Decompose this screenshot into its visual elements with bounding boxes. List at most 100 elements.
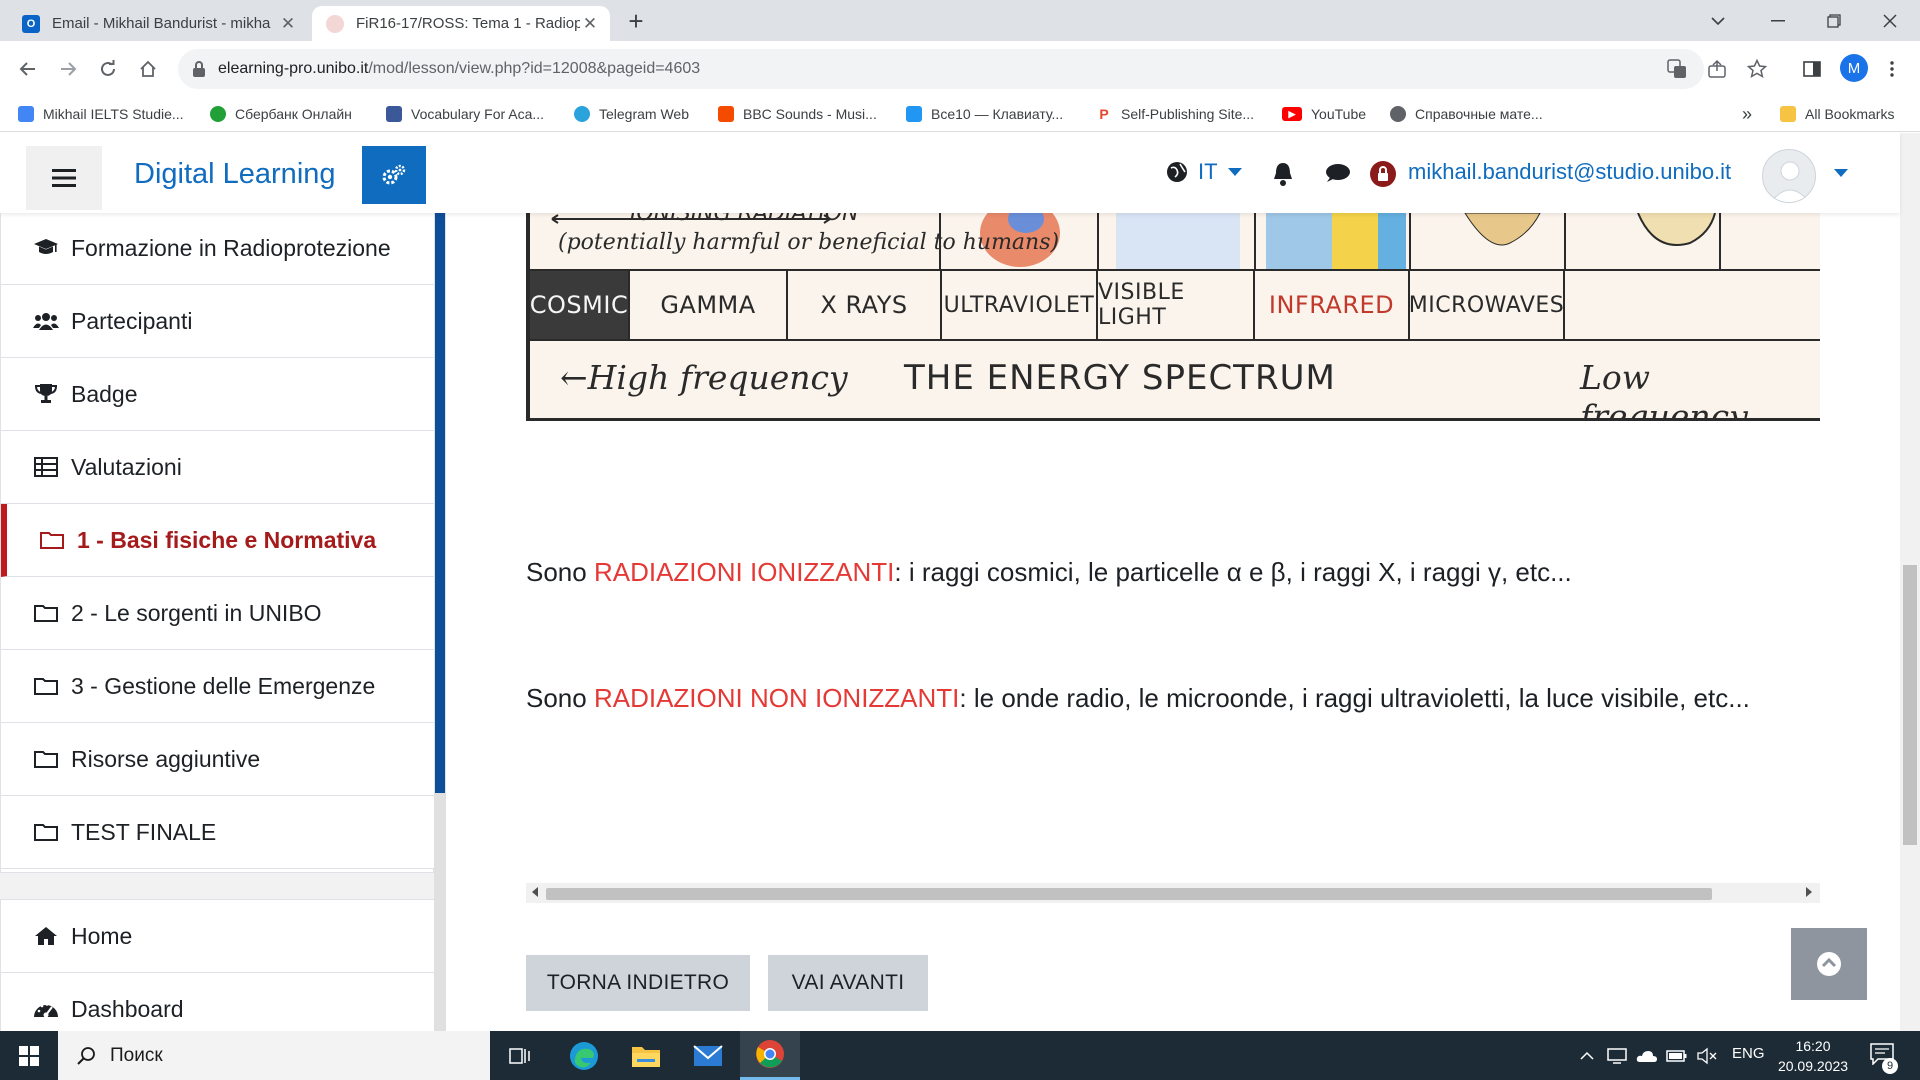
kebab-menu-icon[interactable] [1876, 53, 1908, 85]
messages-icon[interactable] [1322, 159, 1352, 189]
tray-overflow-chevron-icon[interactable] [1576, 1045, 1598, 1067]
folder-icon [1780, 106, 1796, 122]
sidebar-item-label: 1 - Basi fisiche e Normativa [77, 526, 377, 553]
admin-settings-button[interactable] [362, 146, 426, 204]
new-tab-button[interactable]: + [622, 8, 650, 36]
bell-icon[interactable] [1268, 159, 1298, 189]
bookmark-item[interactable]: Сбербанк Онлайн [210, 103, 352, 125]
non-ionizing-highlight: RADIAZIONI NON IONIZZANTI [593, 683, 960, 713]
tab-email[interactable]: O Email - Mikhail Bandurist - mikha ✕ [8, 6, 308, 41]
system-clock[interactable]: 16:20 20.09.2023 [1772, 1036, 1854, 1076]
profile-avatar[interactable]: M [1840, 54, 1868, 82]
bookmark-label: Telegram Web [599, 106, 690, 122]
bookmark-item[interactable]: Vocabulary For Aca... [386, 103, 544, 125]
back-to-top-button[interactable] [1791, 928, 1867, 1000]
tab-search-chevron-icon[interactable] [1690, 0, 1746, 41]
reload-icon[interactable] [92, 53, 124, 85]
bookmark-item[interactable]: Mikhail IELTS Studie... [18, 103, 184, 125]
sidebar-item-section-1[interactable]: 1 - Basi fisiche e Normativa [1, 504, 435, 577]
input-language[interactable]: ENG [1732, 1045, 1765, 1062]
next-button[interactable]: VAI AVANTI [768, 955, 928, 1011]
translate-icon[interactable] [1666, 58, 1688, 80]
drawer-toggle-button[interactable] [26, 146, 102, 210]
minimize-icon[interactable] [1750, 0, 1806, 41]
bookmark-item[interactable]: BBC Sounds - Musi... [718, 103, 877, 125]
tab-lesson[interactable]: FiR16-17/ROSS: Tema 1 - Radiopr ✕ [312, 6, 610, 41]
start-button[interactable] [0, 1031, 58, 1080]
site-info-icon[interactable] [192, 60, 206, 83]
taskbar-chrome[interactable] [740, 1031, 800, 1080]
hamburger-icon [52, 169, 76, 187]
sidebar-item-label: Home [71, 922, 133, 949]
band-xrays: X RAYS [788, 269, 942, 341]
taskbar-mail[interactable] [678, 1031, 738, 1080]
sidebar-item-course[interactable]: Formazione in Radioprotezione [1, 213, 435, 285]
battery-icon[interactable] [1666, 1045, 1688, 1067]
horizontal-scrollbar[interactable] [526, 883, 1820, 903]
speaker-muted-icon[interactable] [1696, 1045, 1718, 1067]
sidebar-item-dashboard[interactable]: Dashboard [1, 973, 435, 1031]
url-text[interactable]: elearning-pro.unibo.it/mod/lesson/view.p… [218, 60, 700, 78]
user-avatar[interactable] [1762, 149, 1816, 203]
scroll-right-arrow-icon[interactable] [1806, 887, 1812, 897]
home-icon [33, 923, 59, 949]
sidebar-item-grades[interactable]: Valutazioni [1, 431, 435, 504]
sidebar-item-home[interactable]: Home [1, 900, 435, 973]
onedrive-cloud-icon[interactable] [1636, 1045, 1658, 1067]
bookmark-item[interactable]: Telegram Web [574, 103, 689, 125]
sidebar-item-final-test[interactable]: TEST FINALE [1, 796, 435, 869]
bookmark-star-icon[interactable] [1746, 58, 1768, 80]
ionising-radiation-label: IONISING RADIATION [630, 213, 859, 226]
close-window-icon[interactable] [1862, 0, 1918, 41]
network-monitor-icon[interactable] [1606, 1045, 1628, 1067]
band-gamma: GAMMA [630, 269, 788, 341]
trophy-icon [33, 381, 59, 407]
task-view-icon [509, 1047, 530, 1064]
sidebar-item-resources[interactable]: Risorse aggiuntive [1, 723, 435, 796]
bookmark-item[interactable]: P Self-Publishing Site... [1096, 103, 1254, 125]
close-icon[interactable]: ✕ [278, 14, 298, 34]
page-scrollbar-thumb[interactable] [1903, 565, 1917, 845]
sidebar-item-badges[interactable]: Badge [1, 358, 435, 431]
share-icon[interactable] [1706, 58, 1728, 80]
home-icon[interactable] [132, 53, 164, 85]
site-brand[interactable]: Digital Learning [134, 158, 336, 191]
sidebar-item-label: Badge [71, 380, 138, 407]
band-infrared: INFRARED [1255, 269, 1410, 341]
back-arrow-icon[interactable] [12, 53, 44, 85]
language-label: IT [1198, 159, 1218, 184]
back-button[interactable]: TORNA INDIETRO [526, 955, 750, 1011]
bookmarks-overflow-button[interactable]: » [1742, 103, 1752, 125]
bookmark-item[interactable]: Все10 — Клавиату... [906, 103, 1063, 125]
address-bar[interactable]: elearning-pro.unibo.it/mod/lesson/view.p… [178, 49, 1767, 89]
taskbar-edge[interactable] [554, 1031, 614, 1080]
scroll-left-arrow-icon[interactable] [532, 887, 538, 897]
all-bookmarks-button[interactable]: All Bookmarks [1780, 103, 1894, 125]
sidebar-item-label: Formazione in Radioprotezione [71, 234, 391, 261]
tab-title: FiR16-17/ROSS: Tema 1 - Radiopr [356, 15, 580, 32]
taskbar-file-explorer[interactable] [616, 1031, 676, 1080]
restore-icon[interactable] [1806, 0, 1862, 41]
forward-arrow-icon[interactable] [52, 53, 84, 85]
caret-down-icon[interactable] [1834, 169, 1848, 177]
bookmark-item[interactable]: Справочные мате... [1390, 103, 1543, 125]
url-host: elearning-pro.unibo.it [218, 60, 369, 77]
close-icon[interactable]: ✕ [580, 14, 600, 34]
task-view-button[interactable] [490, 1031, 550, 1080]
user-menu-email[interactable]: mikhail.bandurist@studio.unibo.it [1408, 159, 1731, 185]
gears-icon [382, 164, 406, 185]
language-menu[interactable]: IT [1166, 159, 1242, 185]
keyboard-trainer-icon [906, 106, 922, 122]
taskbar-search[interactable]: Поиск [58, 1031, 490, 1080]
sidebar-item-label: Risorse aggiuntive [71, 745, 261, 772]
sidebar-scrollbar-thumb[interactable] [435, 213, 445, 793]
ionising-radiation-subtitle: (potentially harmful or beneficial to hu… [558, 230, 1060, 255]
sidebar-item-section-3[interactable]: 3 - Gestione delle Emergenze [1, 650, 435, 723]
bookmarks-bar: Mikhail IELTS Studie... Сбербанк Онлайн … [0, 97, 1920, 132]
bookmark-item[interactable]: ▶ YouTube [1282, 103, 1366, 125]
side-panel-icon[interactable] [1796, 53, 1828, 85]
login-status-icon[interactable] [1368, 159, 1398, 189]
sidebar-item-participants[interactable]: Partecipanti [1, 285, 435, 358]
horizontal-scrollbar-thumb[interactable] [546, 888, 1712, 900]
sidebar-item-section-2[interactable]: 2 - Le sorgenti in UNIBO [1, 577, 435, 650]
